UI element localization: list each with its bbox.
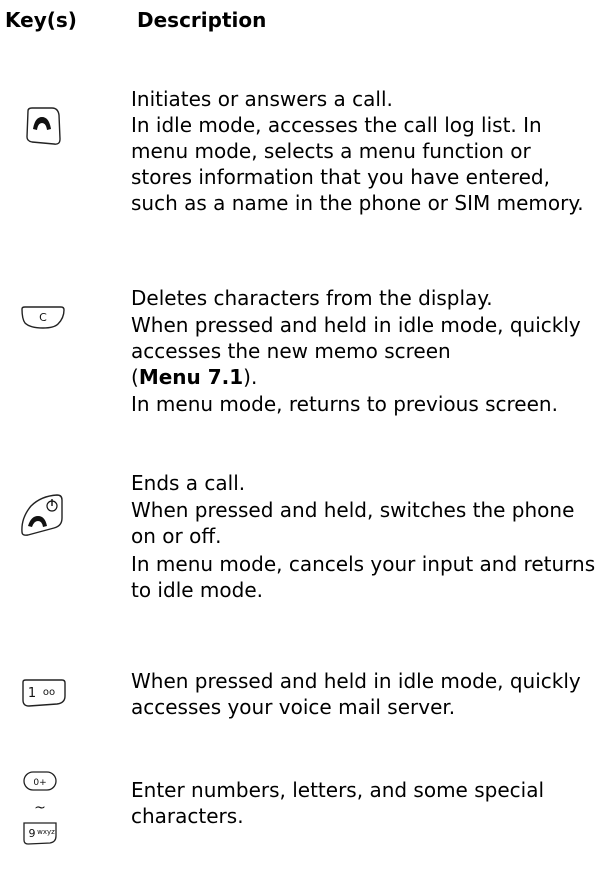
range-glyph: ~ xyxy=(34,800,46,816)
number-keys-description: Enter numbers, letters, and some special… xyxy=(131,778,545,828)
clear-key-icon: C xyxy=(20,305,66,331)
end-power-key-icon xyxy=(19,492,65,538)
clear-key-description-2: When pressed and held in idle mode, quic… xyxy=(131,313,581,363)
clear-key-description-4: In menu mode, returns to previous screen… xyxy=(131,392,558,416)
clear-key-description-1: Deletes characters from the display. xyxy=(131,286,493,310)
number-keys-icon: 0+ ~ 9 wxyz xyxy=(20,770,60,880)
nine-key-digit: 9 xyxy=(29,827,36,840)
clear-key-glyph: C xyxy=(39,311,47,324)
voicemail-key-icon: 1 oo xyxy=(21,678,67,708)
zero-key-glyph: 0+ xyxy=(33,778,46,788)
end-key-description-3: In menu mode, cancels your input and ret… xyxy=(131,552,596,602)
description-column-header: Description xyxy=(137,8,267,32)
send-key-description-2: In idle mode, accesses the call log list… xyxy=(131,113,584,215)
send-key-icon xyxy=(22,105,62,147)
clear-key-description-3: (Menu 7.1). xyxy=(131,364,596,390)
key-column-header: Key(s) xyxy=(5,8,77,32)
menu-reference: Menu 7.1 xyxy=(138,365,244,389)
key-description-page: Key(s) Description Initiates or answers … xyxy=(0,0,598,881)
voicemail-key-symbol: oo xyxy=(43,687,55,698)
send-key-description-1: Initiates or answers a call. xyxy=(131,87,393,111)
clear-key-paren-open: ( xyxy=(131,365,139,389)
clear-key-paren-close: ). xyxy=(243,365,258,389)
voicemail-key-digit: 1 xyxy=(28,686,36,701)
nine-key-letters: wxyz xyxy=(37,828,55,836)
end-key-description-2: When pressed and held, switches the phon… xyxy=(131,498,575,548)
voicemail-key-description: When pressed and held in idle mode, quic… xyxy=(131,669,581,719)
end-key-description-1: Ends a call. xyxy=(131,471,246,495)
